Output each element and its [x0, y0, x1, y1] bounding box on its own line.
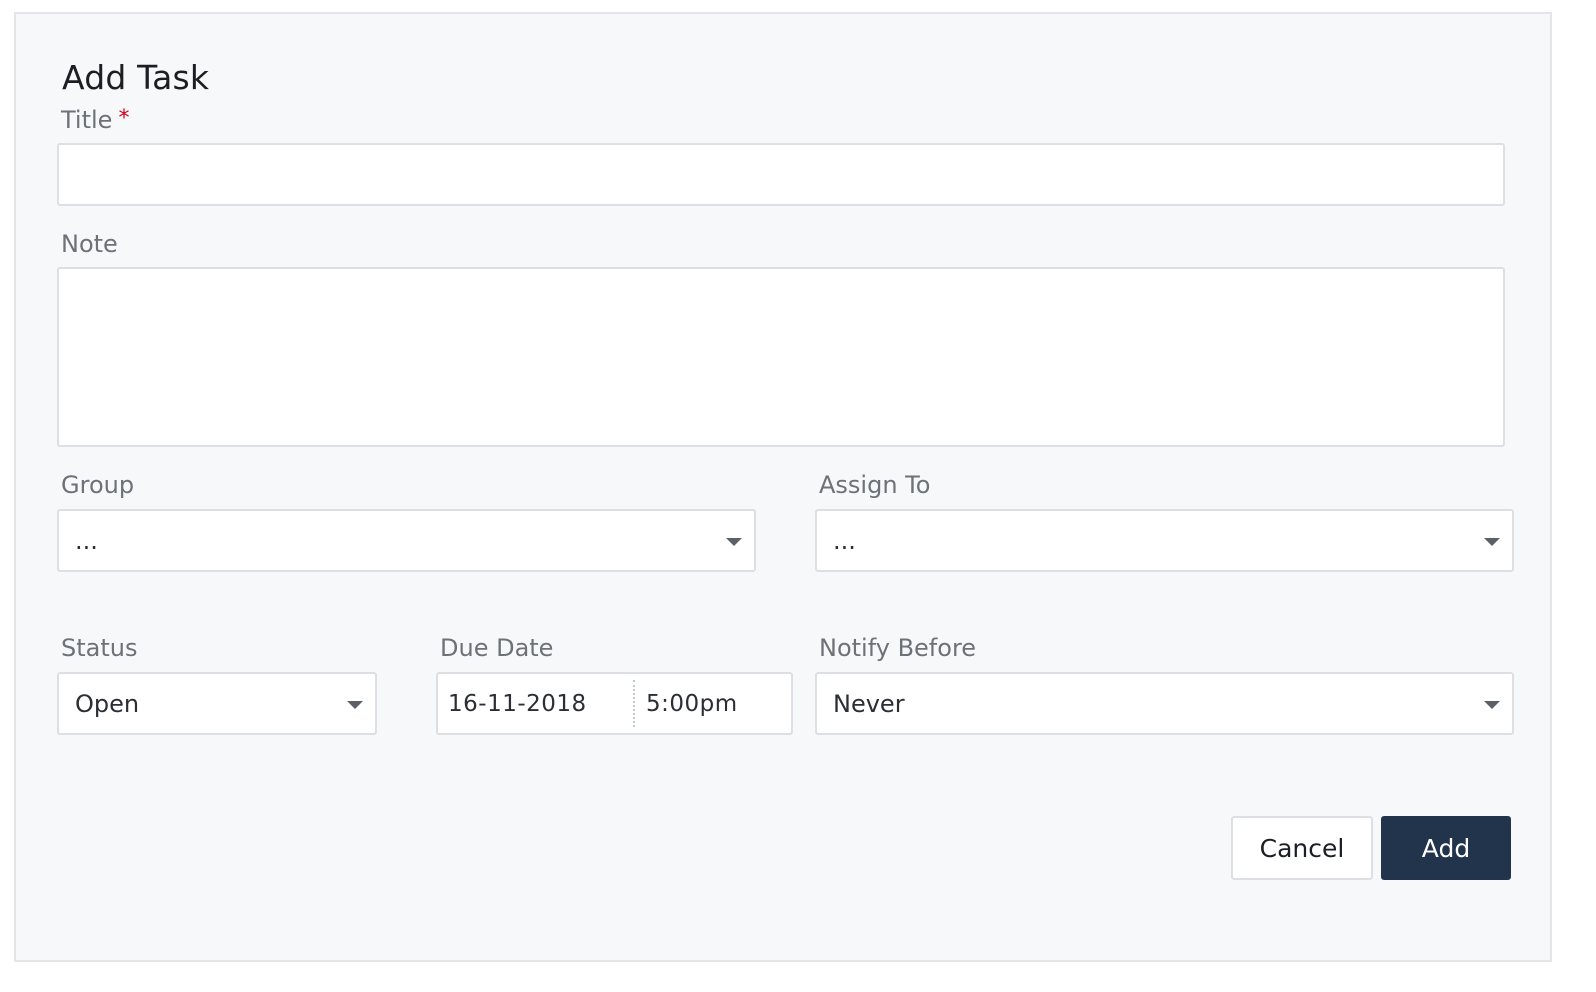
group-selected-value: ... — [75, 526, 98, 555]
group-label: Group — [61, 471, 135, 499]
chevron-down-icon — [347, 700, 363, 709]
due-date-field: 16-11-2018 5:00pm — [436, 672, 793, 735]
chevron-down-icon — [1484, 700, 1500, 709]
due-date-label: Due Date — [440, 634, 554, 662]
group-select[interactable]: ... — [57, 509, 756, 572]
chevron-down-icon — [1484, 537, 1500, 546]
note-textarea[interactable] — [59, 269, 1503, 445]
date-time-divider — [633, 680, 635, 727]
cancel-button[interactable]: Cancel — [1231, 816, 1373, 880]
add-task-panel: Add Task Title * Note Group ... Assign To… — [14, 12, 1552, 962]
due-time-input[interactable]: 5:00pm — [646, 674, 738, 733]
status-label: Status — [61, 634, 138, 662]
assign-to-selected-value: ... — [833, 526, 856, 555]
status-select[interactable]: Open — [57, 672, 377, 735]
notify-before-selected-value: Never — [833, 689, 905, 718]
title-field-box — [57, 143, 1505, 206]
notify-before-label: Notify Before — [819, 634, 977, 662]
add-button[interactable]: Add — [1381, 816, 1511, 880]
status-selected-value: Open — [75, 689, 140, 718]
notify-before-select[interactable]: Never — [815, 672, 1514, 735]
assign-to-label: Assign To — [819, 471, 931, 499]
note-label: Note — [61, 230, 118, 258]
note-field-box — [57, 267, 1505, 447]
title-input[interactable] — [59, 145, 1503, 204]
due-date-input[interactable]: 16-11-2018 — [448, 674, 587, 733]
assign-to-select[interactable]: ... — [815, 509, 1514, 572]
chevron-down-icon — [726, 537, 742, 546]
title-label-text: Title — [61, 106, 113, 134]
title-label: Title * — [61, 106, 129, 134]
page-title: Add Task — [62, 58, 210, 97]
required-marker: * — [118, 106, 130, 131]
